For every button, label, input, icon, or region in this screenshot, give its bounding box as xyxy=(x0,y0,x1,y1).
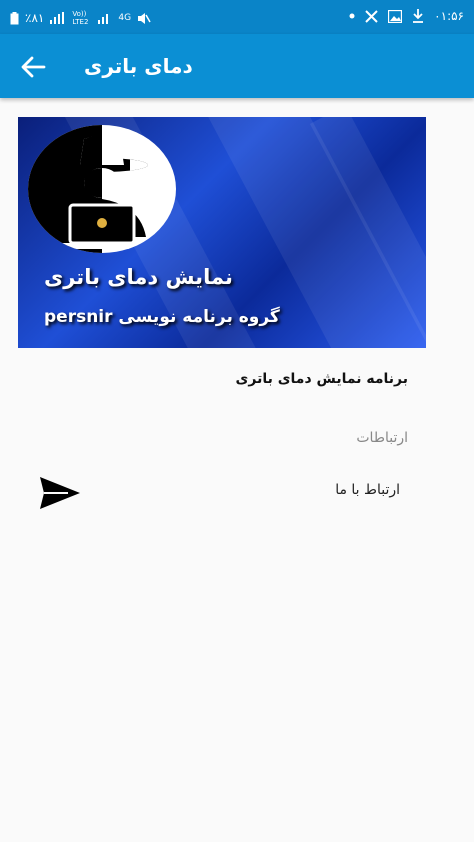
app-bar: دمای باتری xyxy=(0,34,474,98)
download-icon xyxy=(413,9,424,23)
image-icon xyxy=(388,9,403,23)
clock: ۰۱:۵۶ xyxy=(434,9,464,23)
network-4g-indicator: 4G xyxy=(118,13,132,23)
signal-icon-2 xyxy=(98,14,109,24)
hacker-logo xyxy=(28,125,176,253)
x-icon xyxy=(365,9,378,23)
app-description: برنامه نمایش دمای باتری xyxy=(235,371,408,387)
banner-title: نمایش دمای باتری xyxy=(44,265,233,289)
signal-icon xyxy=(50,12,65,24)
status-bar: ٪۸۱ Vo)) LTE2 4G ۰۱:۵۶ xyxy=(0,0,474,34)
volte-indicator: Vo)) LTE2 xyxy=(72,10,89,26)
banner-image: نمایش دمای باتری گروه برنامه نویسی persn… xyxy=(18,117,426,348)
hacker-figure-icon xyxy=(56,134,148,249)
section-header-contacts: ارتباطات xyxy=(356,430,408,446)
mute-icon xyxy=(138,12,151,24)
contact-us-item[interactable]: ارتباط با ما xyxy=(0,465,474,517)
dot-icon xyxy=(349,13,355,19)
battery-percent: ٪۸۱ xyxy=(25,11,45,25)
banner-subtitle: گروه برنامه نویسی persnir xyxy=(44,307,280,327)
send-icon xyxy=(40,477,80,509)
status-right: ۰۱:۵۶ xyxy=(349,9,464,23)
arrow-left-icon[interactable] xyxy=(18,52,48,82)
contact-us-label: ارتباط با ما xyxy=(335,482,400,498)
status-left: ٪۸۱ Vo)) LTE2 4G xyxy=(10,10,151,26)
battery-icon xyxy=(10,11,19,24)
page-title: دمای باتری xyxy=(84,54,193,78)
